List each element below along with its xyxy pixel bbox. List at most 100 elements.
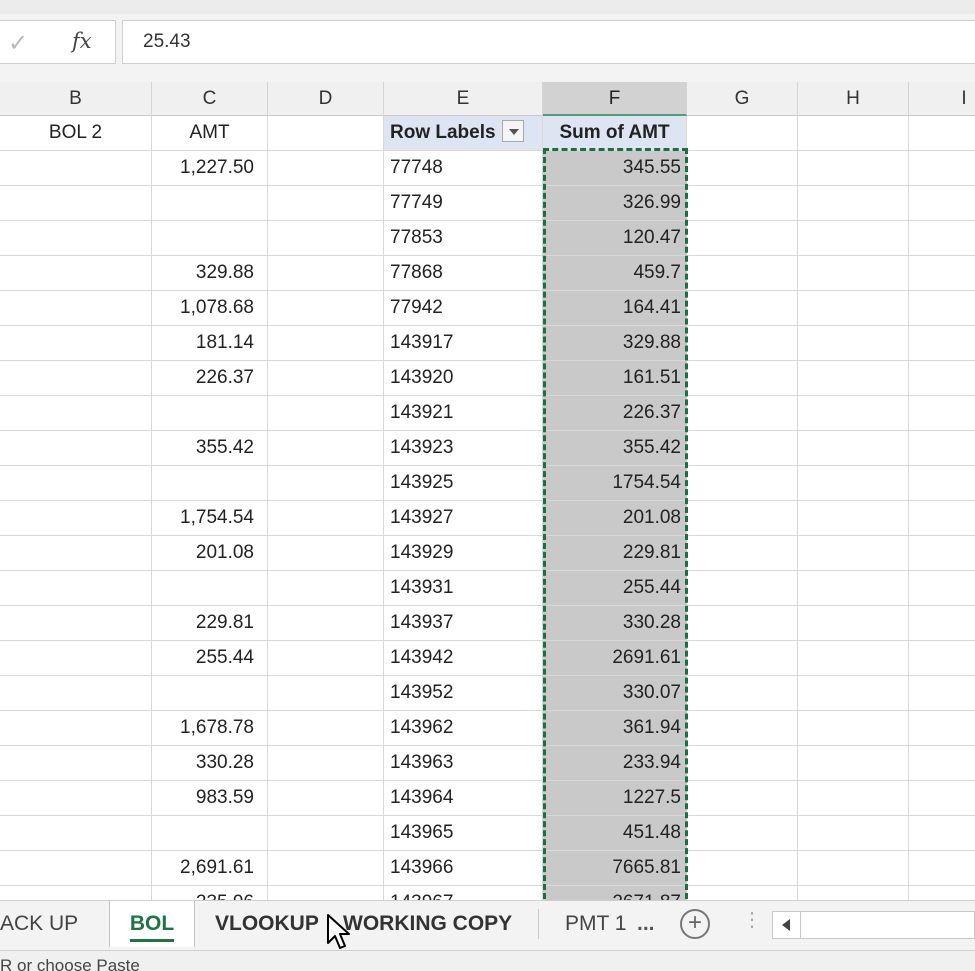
tab-bol[interactable]: BOL [109,901,195,947]
amt-cell[interactable] [152,221,268,256]
pivot-row-label[interactable]: 77749 [384,186,543,221]
empty-cell[interactable] [268,606,384,641]
empty-cell[interactable] [687,326,798,361]
empty-cell[interactable] [0,466,152,501]
enter-check-icon[interactable]: ✓ [8,29,28,57]
empty-cell[interactable] [798,221,909,256]
empty-cell[interactable] [687,536,798,571]
insert-function-icon[interactable]: fx [72,29,92,53]
empty-cell[interactable] [0,361,152,396]
empty-cell[interactable] [687,151,798,186]
pivot-row-label[interactable]: 143920 [384,361,543,396]
empty-cell[interactable] [798,151,909,186]
empty-cell[interactable] [798,466,909,501]
empty-cell[interactable] [268,746,384,781]
empty-cell[interactable] [798,326,909,361]
header-cell-i[interactable] [909,116,975,151]
column-header-e[interactable]: E [384,82,543,116]
empty-cell[interactable] [798,851,909,886]
header-cell-f[interactable]: Sum of AMT [543,116,687,151]
pivot-row-label[interactable]: 143927 [384,501,543,536]
column-header-b[interactable]: B [0,82,152,116]
pivot-row-label[interactable]: 143921 [384,396,543,431]
empty-cell[interactable] [0,291,152,326]
empty-cell[interactable] [909,571,975,606]
empty-cell[interactable] [268,781,384,816]
header-cell-e[interactable]: Row Labels [384,116,543,151]
amt-cell[interactable]: 181.14 [152,326,268,361]
horizontal-scrollbar[interactable] [772,911,975,939]
empty-cell[interactable] [268,641,384,676]
tab-working-copy[interactable]: WORKING COPY [343,901,512,947]
pivot-sum-cell[interactable]: 2691.61 [543,641,687,676]
header-cell-h[interactable] [798,116,909,151]
empty-cell[interactable] [268,431,384,466]
empty-cell[interactable] [798,361,909,396]
empty-cell[interactable] [687,746,798,781]
pivot-row-label[interactable]: 77853 [384,221,543,256]
empty-cell[interactable] [909,851,975,886]
empty-cell[interactable] [687,291,798,326]
pivot-sum-cell[interactable]: 120.47 [543,221,687,256]
amt-cell[interactable] [152,466,268,501]
empty-cell[interactable] [268,361,384,396]
empty-cell[interactable] [687,851,798,886]
amt-cell[interactable]: 235.96 [152,886,268,900]
header-cell-c[interactable]: AMT [152,116,268,151]
amt-cell[interactable]: 1,227.50 [152,151,268,186]
amt-cell[interactable]: 2,691.61 [152,851,268,886]
empty-cell[interactable] [268,886,384,900]
empty-cell[interactable] [687,431,798,466]
empty-cell[interactable] [798,711,909,746]
empty-cell[interactable] [687,711,798,746]
pivot-sum-cell[interactable]: 1754.54 [543,466,687,501]
empty-cell[interactable] [798,886,909,900]
empty-cell[interactable] [909,641,975,676]
empty-cell[interactable] [687,676,798,711]
empty-cell[interactable] [0,676,152,711]
empty-cell[interactable] [909,816,975,851]
pivot-row-label[interactable]: 143967 [384,886,543,900]
empty-cell[interactable] [798,676,909,711]
pivot-row-label[interactable]: 143963 [384,746,543,781]
empty-cell[interactable] [909,536,975,571]
amt-cell[interactable] [152,676,268,711]
amt-cell[interactable] [152,186,268,221]
pivot-row-label[interactable]: 77868 [384,256,543,291]
scroll-left-icon[interactable] [773,912,801,938]
empty-cell[interactable] [909,501,975,536]
empty-cell[interactable] [0,886,152,900]
empty-cell[interactable] [0,641,152,676]
pivot-row-label[interactable]: 143917 [384,326,543,361]
empty-cell[interactable] [798,606,909,641]
empty-cell[interactable] [909,361,975,396]
amt-cell[interactable] [152,816,268,851]
amt-cell[interactable] [152,396,268,431]
amt-cell[interactable]: 1,754.54 [152,501,268,536]
pivot-row-label[interactable]: 143964 [384,781,543,816]
empty-cell[interactable] [798,186,909,221]
empty-cell[interactable] [268,326,384,361]
empty-cell[interactable] [687,466,798,501]
empty-cell[interactable] [0,186,152,221]
empty-cell[interactable] [268,186,384,221]
empty-cell[interactable] [268,396,384,431]
empty-cell[interactable] [268,676,384,711]
empty-cell[interactable] [268,816,384,851]
empty-cell[interactable] [798,781,909,816]
empty-cell[interactable] [798,291,909,326]
empty-cell[interactable] [909,886,975,900]
empty-cell[interactable] [687,641,798,676]
header-cell-g[interactable] [687,116,798,151]
amt-cell[interactable] [152,571,268,606]
pivot-row-label[interactable]: 143923 [384,431,543,466]
amt-cell[interactable]: 1,678.78 [152,711,268,746]
pivot-row-label[interactable]: 143925 [384,466,543,501]
pivot-sum-cell[interactable]: 226.37 [543,396,687,431]
pivot-sum-cell[interactable]: 201.08 [543,501,687,536]
pivot-row-label[interactable]: 77942 [384,291,543,326]
more-tabs-button[interactable]: ... [637,901,655,947]
empty-cell[interactable] [909,781,975,816]
empty-cell[interactable] [0,431,152,466]
split-handle-icon[interactable]: ⋮ [742,907,762,932]
